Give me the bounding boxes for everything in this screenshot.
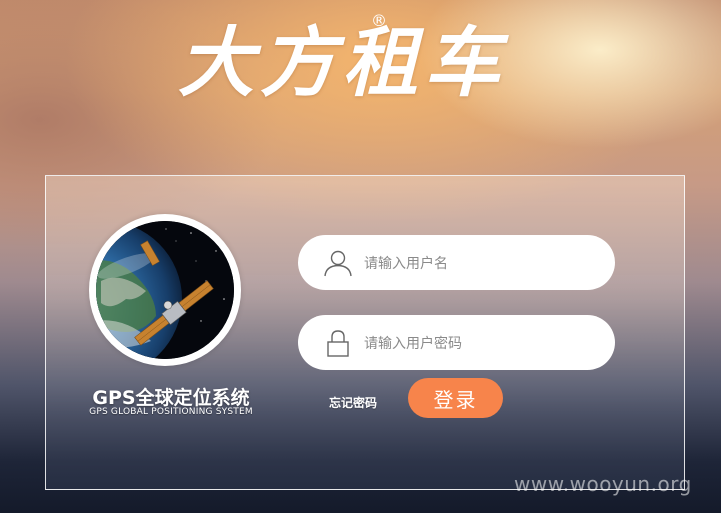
login-button[interactable]: 登录 bbox=[408, 378, 503, 418]
user-icon bbox=[322, 247, 354, 279]
username-input[interactable] bbox=[362, 249, 596, 278]
forgot-password-link[interactable]: 忘记密码 bbox=[329, 394, 377, 411]
lock-icon bbox=[322, 327, 354, 359]
watermark: www.wooyun.org bbox=[514, 472, 692, 496]
satellite-earth-image bbox=[89, 214, 241, 366]
gps-title: GPS全球定位系统 bbox=[92, 387, 250, 409]
registered-mark: ® bbox=[371, 11, 387, 30]
password-field[interactable] bbox=[298, 315, 615, 370]
password-input[interactable] bbox=[362, 329, 596, 358]
brand-header: 大方租车 ® bbox=[0, 0, 721, 120]
gps-subtitle: GPS GLOBAL POSITIONING SYSTEM bbox=[89, 407, 253, 417]
satellite-earth-icon bbox=[96, 221, 234, 359]
username-field[interactable] bbox=[298, 235, 615, 290]
brand-logo: 大方租车 bbox=[178, 18, 506, 107]
